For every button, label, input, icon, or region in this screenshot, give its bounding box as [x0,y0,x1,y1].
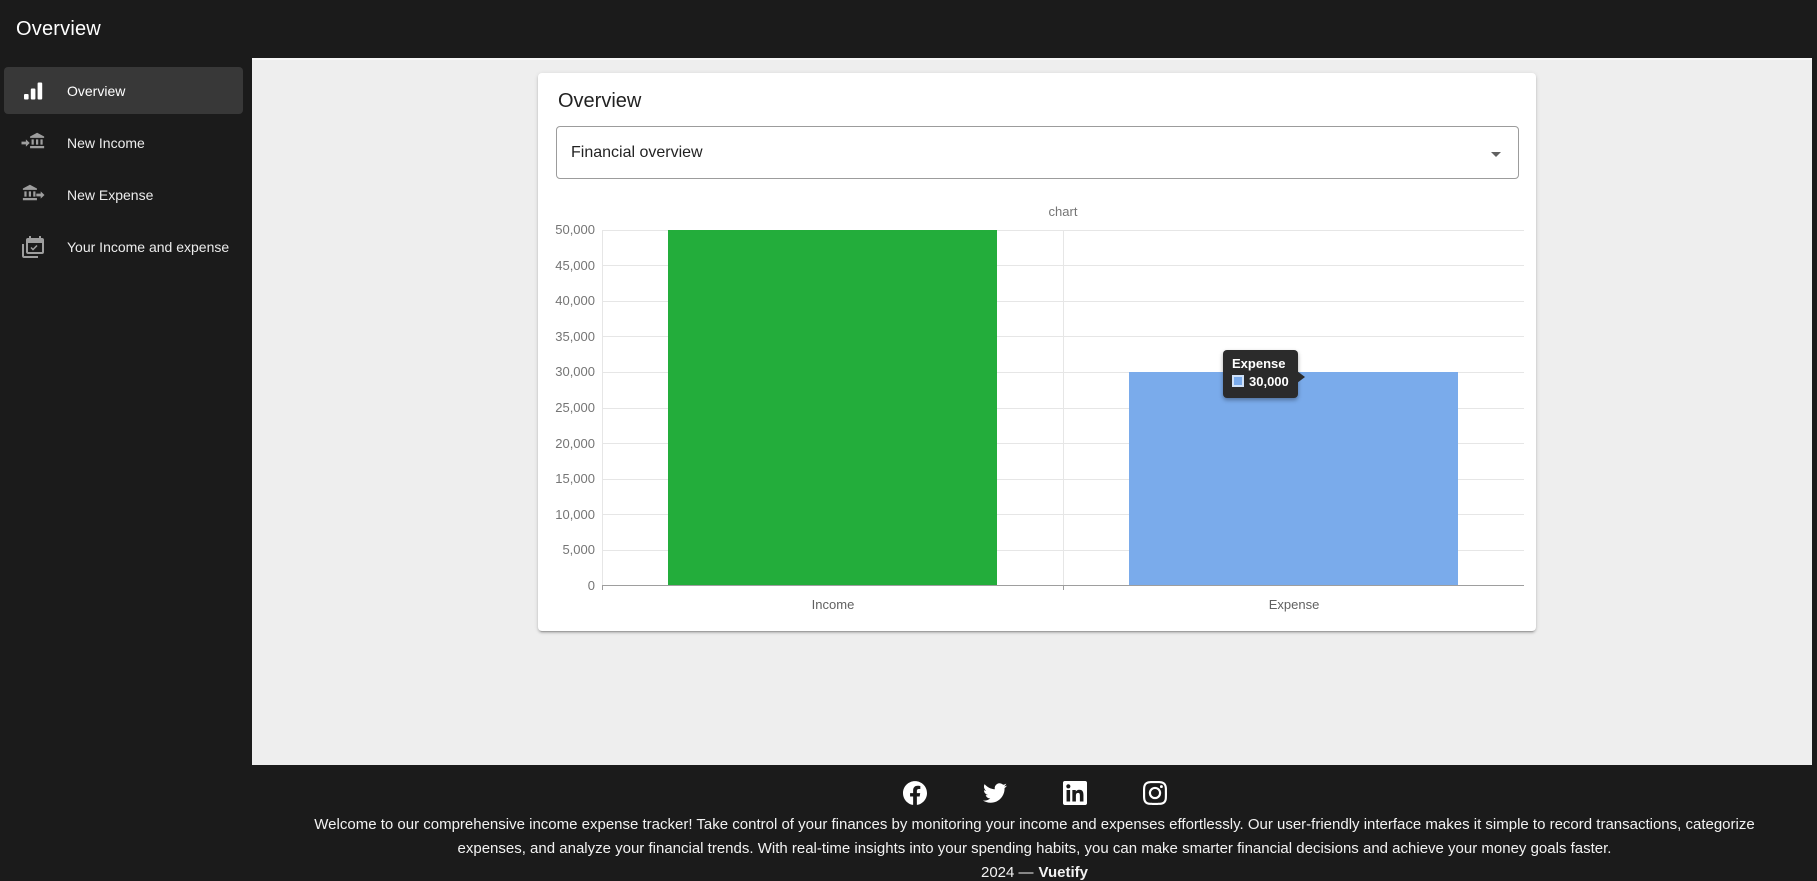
tooltip-series-swatch [1232,375,1244,387]
social-links [252,765,1817,813]
y-axis-tick-label: 35,000 [523,330,595,344]
chart: chart05,00010,00015,00020,00025,00030,00… [538,73,1536,631]
y-axis-tick-label: 45,000 [523,259,595,273]
y-axis-tick-label: 40,000 [523,294,595,308]
footer-content: Welcome to our comprehensive income expe… [252,765,1817,881]
x-axis-category-label: Expense [1214,597,1374,612]
sidebar-item-label: Your Income and expense [67,239,229,255]
y-axis-tick-label: 5,000 [523,543,595,557]
gridline-v [602,230,603,586]
linkedin-icon [1063,781,1087,805]
sidebar-item-overview[interactable]: Overview [4,67,243,114]
copyright: 2024 — Vuetify [252,861,1817,881]
y-axis-tick-label: 50,000 [523,223,595,237]
scrollbar[interactable] [1812,58,1817,765]
axis-tick-stub [602,586,603,590]
gridline-v [1063,230,1064,586]
overview-card: Overview Financial overview chart05,0001… [538,73,1536,631]
expense-bar[interactable] [1129,372,1458,586]
main-content: Overview Financial overview chart05,0001… [252,58,1817,765]
axis-tick-stub [1063,586,1064,590]
x-axis-category-label: Income [753,597,913,612]
footer-welcome-text-line-1: Welcome to our comprehensive income expe… [252,813,1817,837]
brand-name: Vuetify [1039,864,1088,881]
facebook-button[interactable] [891,773,939,813]
copyright-year: 2024 — [981,864,1034,881]
sidebar: Overview New Income New Expense [0,58,252,881]
y-axis-tick-label: 15,000 [523,472,595,486]
bank-arrow-out-icon [21,183,45,207]
y-axis-tick-label: 20,000 [523,437,595,451]
calendar-check-icon [21,235,45,259]
sidebar-item-new-expense[interactable]: New Expense [4,171,243,218]
linkedin-button[interactable] [1051,773,1099,813]
tooltip-value: 30,000 [1249,374,1289,389]
tooltip-arrow [1297,371,1305,383]
y-axis-tick-label: 10,000 [523,508,595,522]
y-axis-tick-label: 25,000 [523,401,595,415]
twitter-icon [983,781,1007,805]
chart-title: chart [602,204,1524,219]
sidebar-item-label: New Expense [67,187,153,203]
tooltip-series-name: Expense [1232,355,1289,373]
sidebar-item-label: Overview [67,83,125,99]
income-bar[interactable] [668,230,997,586]
facebook-icon [903,781,927,805]
app-bar: Overview [0,0,1817,58]
footer-welcome-text-line-2: expenses, and analyze your financial tre… [252,837,1817,861]
app-root: Overview Overview New Income [0,0,1817,881]
instagram-button[interactable] [1131,773,1179,813]
page-title: Overview [16,18,101,41]
sidebar-item-new-income[interactable]: New Income [4,119,243,166]
x-axis-baseline [602,585,1524,586]
sidebar-item-your-income-and-expense[interactable]: Your Income and expense [4,223,243,270]
bar-chart-icon [21,79,45,103]
instagram-icon [1143,781,1167,805]
tooltip-value-row: 30,000 [1232,373,1289,391]
sidebar-item-label: New Income [67,135,145,151]
chart-tooltip: Expense30,000 [1223,350,1298,398]
twitter-button[interactable] [971,773,1019,813]
footer: Welcome to our comprehensive income expe… [0,765,1817,881]
bank-arrow-in-icon [21,131,45,155]
y-axis-tick-label: 30,000 [523,365,595,379]
y-axis-tick-label: 0 [523,579,595,593]
